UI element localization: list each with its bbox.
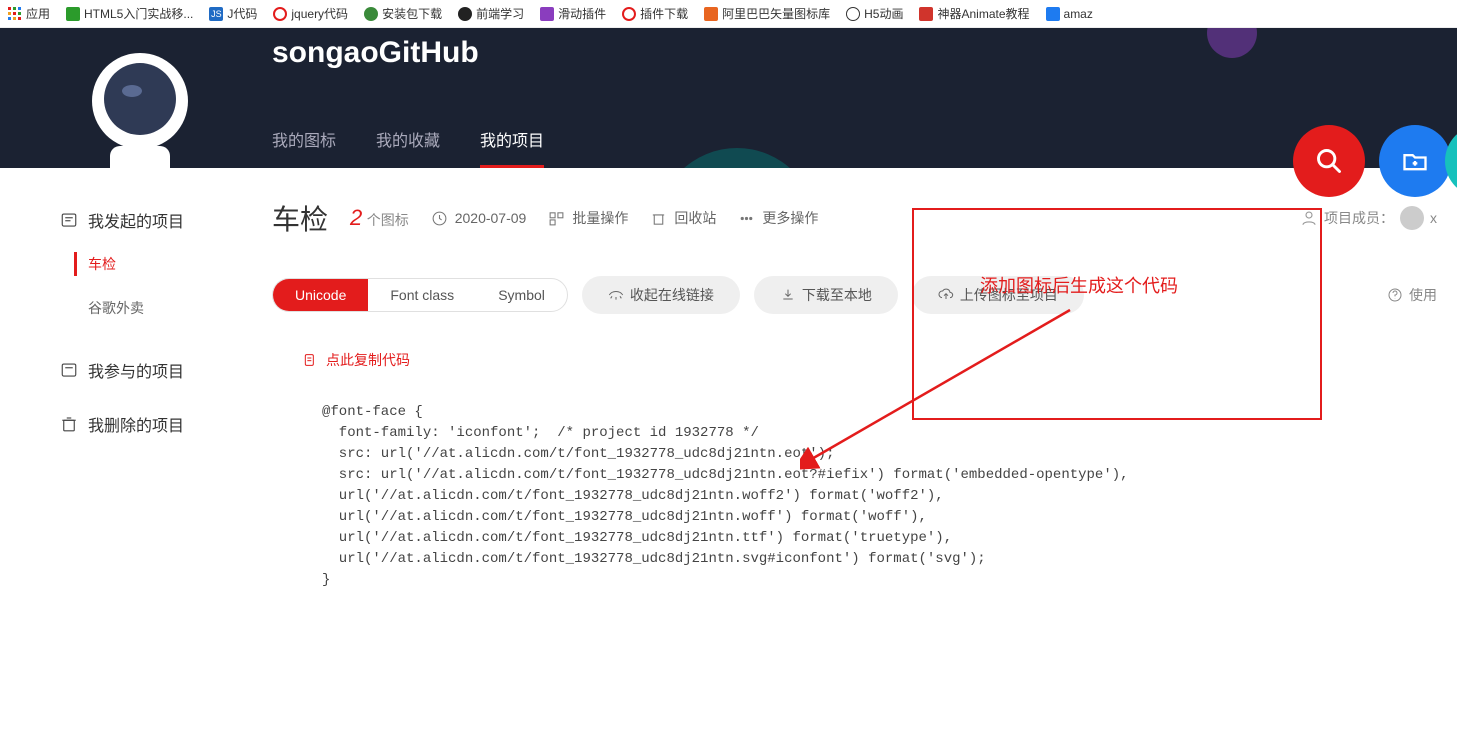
- sidebar-item-googlefood[interactable]: 谷歌外卖: [60, 286, 272, 330]
- fab-create[interactable]: [1379, 125, 1451, 197]
- sidebar-section-deleted[interactable]: 我删除的项目: [60, 402, 272, 446]
- upload-cloud-icon: [938, 287, 954, 303]
- favicon: [458, 7, 472, 21]
- apps-icon: [8, 7, 22, 21]
- seg-unicode[interactable]: Unicode: [273, 279, 368, 311]
- batch-icon: [548, 210, 565, 227]
- recycle-bin[interactable]: 回收站: [650, 208, 716, 228]
- bookmark-apps-label: 应用: [26, 5, 50, 22]
- bookmark-item[interactable]: 安装包下载: [364, 5, 442, 22]
- favicon: JS: [209, 7, 223, 21]
- bookmark-item[interactable]: 阿里巴巴矢量图标库: [704, 5, 830, 22]
- favicon: [364, 7, 378, 21]
- copy-code-link[interactable]: 点此复制代码: [302, 350, 1437, 370]
- trash-icon: [60, 415, 78, 433]
- trash-icon: [650, 210, 667, 227]
- seg-symbol[interactable]: Symbol: [476, 279, 567, 311]
- sidebar-section-created[interactable]: 我发起的项目: [60, 198, 272, 242]
- more-action[interactable]: 更多操作: [738, 208, 818, 228]
- page-title: songaoGitHub: [272, 36, 479, 70]
- member-avatar: [1400, 206, 1424, 230]
- bookmark-item[interactable]: amaz: [1046, 7, 1093, 21]
- hero-tabs: 我的图标 我的收藏 我的项目: [272, 113, 544, 168]
- collapse-link-button[interactable]: 收起在线链接: [582, 276, 740, 314]
- favicon: [273, 7, 287, 21]
- favicon: [622, 7, 636, 21]
- bookmark-item[interactable]: 滑动插件: [540, 5, 606, 22]
- project-icon: [60, 361, 78, 379]
- project-icon: [60, 211, 78, 229]
- eye-icon: [608, 287, 624, 303]
- more-icon: [738, 210, 755, 227]
- main: 车检 2 个图标 2020-07-09 批量操作 回收站 更多操作 项目成员：: [272, 198, 1457, 591]
- help-link[interactable]: 使用: [1387, 285, 1437, 305]
- format-segment: Unicode Font class Symbol: [272, 278, 568, 312]
- favicon: [846, 7, 860, 21]
- bookmark-item[interactable]: HTML5入门实战移...: [66, 5, 193, 22]
- bookmark-item[interactable]: jquery代码: [273, 5, 348, 22]
- icon-count: 2: [350, 205, 362, 230]
- project-name: 车检: [272, 198, 328, 238]
- seg-fontclass[interactable]: Font class: [368, 279, 476, 311]
- favicon: [704, 7, 718, 21]
- download-button[interactable]: 下载至本地: [754, 276, 898, 314]
- clock-icon: [431, 210, 448, 227]
- tab-my-icons[interactable]: 我的图标: [272, 113, 336, 168]
- favicon: [66, 7, 80, 21]
- hero: songaoGitHub 我的图标 我的收藏 我的项目: [0, 28, 1457, 168]
- bookmark-item[interactable]: JSJ代码: [209, 5, 257, 22]
- sidebar-section-participated[interactable]: 我参与的项目: [60, 348, 272, 392]
- project-members[interactable]: 项目成员： x: [1300, 206, 1437, 230]
- bookmark-apps[interactable]: 应用: [8, 5, 50, 22]
- folder-plus-icon: [1401, 147, 1429, 175]
- project-header: 车检 2 个图标 2020-07-09 批量操作 回收站 更多操作 项目成员：: [272, 198, 1437, 238]
- download-icon: [780, 287, 796, 303]
- tab-my-favorites[interactable]: 我的收藏: [376, 113, 440, 168]
- project-date: 2020-07-09: [431, 210, 527, 227]
- tab-my-projects[interactable]: 我的项目: [480, 113, 544, 168]
- bookmarks-bar: 应用 HTML5入门实战移... JSJ代码 jquery代码 安装包下载 前端…: [0, 0, 1457, 28]
- bookmark-item[interactable]: 神器Animate教程: [919, 5, 1029, 22]
- code-block[interactable]: @font-face { font-family: 'iconfont'; /*…: [272, 370, 1437, 591]
- favicon: [919, 7, 933, 21]
- icon-count-label: 个图标: [367, 212, 409, 228]
- bookmark-item[interactable]: H5动画: [846, 5, 903, 22]
- copy-icon: [302, 352, 318, 368]
- toolbar: Unicode Font class Symbol 收起在线链接 下载至本地 上…: [272, 276, 1437, 314]
- user-icon: [1300, 209, 1318, 227]
- search-icon: [1315, 147, 1343, 175]
- decoration-circle: [1207, 28, 1257, 58]
- bookmark-item[interactable]: 前端学习: [458, 5, 524, 22]
- decoration-circle: [657, 148, 817, 168]
- batch-action[interactable]: 批量操作: [548, 208, 628, 228]
- upload-button[interactable]: 上传图标至项目: [912, 276, 1084, 314]
- sidebar: 我发起的项目 车检 谷歌外卖 我参与的项目 我删除的项目: [60, 198, 272, 591]
- help-icon: [1387, 287, 1403, 303]
- bookmark-item[interactable]: 插件下载: [622, 5, 688, 22]
- favicon: [540, 7, 554, 21]
- fab-search[interactable]: [1293, 125, 1365, 197]
- avatar: [60, 36, 220, 168]
- favicon: [1046, 7, 1060, 21]
- sidebar-item-chejian[interactable]: 车检: [60, 242, 272, 286]
